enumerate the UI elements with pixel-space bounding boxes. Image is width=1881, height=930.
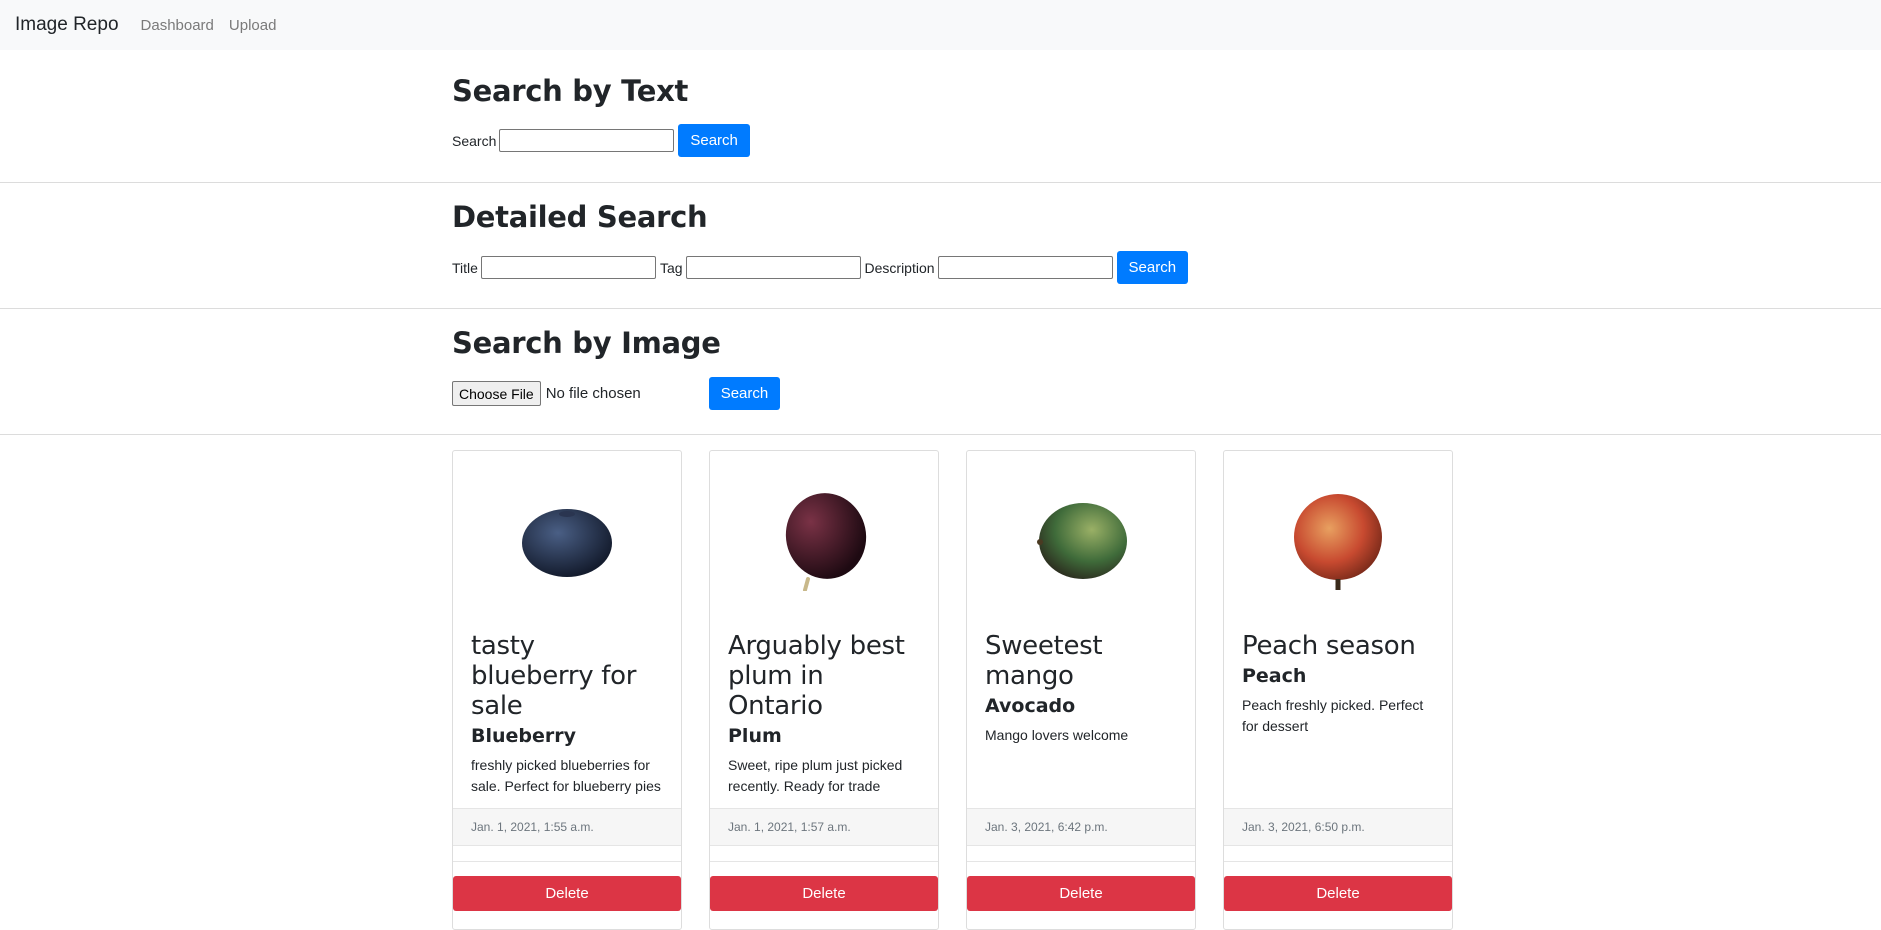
image-search-heading: Search by Image bbox=[452, 326, 721, 360]
title-label: Title bbox=[452, 259, 478, 276]
card-divider bbox=[453, 861, 681, 862]
detailed-search-form: Title Tag Description Search bbox=[452, 251, 1881, 284]
detailed-search-section: Detailed Search Title Tag Description Se… bbox=[0, 183, 1881, 308]
card-title: Arguably best plum in Ontario bbox=[728, 631, 905, 721]
card-description: Peach freshly picked. Perfect for desser… bbox=[1242, 697, 1424, 734]
nav-link-dashboard[interactable]: Dashboard bbox=[141, 17, 214, 34]
plum-image bbox=[785, 493, 867, 591]
image-card: Arguably best plum in Ontario Plum Sweet… bbox=[709, 450, 939, 930]
description-label: Description bbox=[864, 259, 935, 276]
card-image bbox=[710, 451, 938, 631]
image-search-button[interactable]: Search bbox=[708, 377, 781, 410]
card-body: Peach season Peach Peach freshly picked.… bbox=[1224, 631, 1452, 737]
card-description: Sweet, ripe plum just picked recently. R… bbox=[728, 757, 903, 794]
card-divider bbox=[967, 861, 1195, 862]
card-description: Mango lovers welcome bbox=[985, 727, 1129, 743]
mango-image bbox=[1037, 503, 1127, 579]
search-input[interactable] bbox=[499, 129, 675, 152]
detailed-search-heading: Detailed Search bbox=[452, 200, 708, 234]
image-card: Sweetest mango Avocado Mango lovers welc… bbox=[966, 450, 1196, 930]
text-search-form: Search Search bbox=[452, 124, 1881, 157]
image-card: tasty blueberry for sale Blueberry fresh… bbox=[452, 450, 682, 930]
text-search-section: Search by Text Search Search bbox=[0, 50, 1881, 182]
nav-link-upload[interactable]: Upload bbox=[229, 17, 277, 34]
card-title: Peach season bbox=[1242, 631, 1416, 661]
image-search-form: Choose File No file chosen Search bbox=[452, 377, 1881, 410]
card-divider bbox=[1224, 861, 1452, 862]
delete-button[interactable]: Delete bbox=[1224, 876, 1452, 911]
file-status-text: No file chosen bbox=[545, 385, 641, 402]
search-label: Search bbox=[452, 132, 497, 149]
card-body: Arguably best plum in Ontario Plum Sweet… bbox=[710, 631, 938, 797]
card-image bbox=[1224, 451, 1452, 631]
card-tag: Blueberry bbox=[471, 725, 577, 747]
text-search-button[interactable]: Search bbox=[678, 124, 750, 157]
card-body: tasty blueberry for sale Blueberry fresh… bbox=[453, 631, 681, 797]
card-tag: Avocado bbox=[985, 695, 1076, 717]
choose-file-button[interactable]: Choose File bbox=[452, 381, 541, 406]
card-date: Jan. 3, 2021, 6:50 p.m. bbox=[1224, 808, 1452, 846]
card-title: Sweetest mango bbox=[985, 631, 1103, 691]
description-input[interactable] bbox=[937, 256, 1113, 279]
image-card: Peach season Peach Peach freshly picked.… bbox=[1223, 450, 1453, 930]
title-input[interactable] bbox=[480, 256, 656, 279]
detailed-search-button[interactable]: Search bbox=[1116, 251, 1189, 284]
navbar: Image Repo Dashboard Upload bbox=[0, 0, 1881, 50]
card-description: freshly picked blueberries for sale. Per… bbox=[471, 757, 661, 794]
image-card-grid: tasty blueberry for sale Blueberry fresh… bbox=[452, 450, 1453, 930]
divider bbox=[0, 434, 1881, 435]
brand-link[interactable]: Image Repo bbox=[15, 14, 119, 36]
peach-image bbox=[1294, 494, 1382, 590]
text-search-heading: Search by Text bbox=[452, 74, 689, 108]
tag-input[interactable] bbox=[685, 256, 861, 279]
card-date: Jan. 3, 2021, 6:42 p.m. bbox=[967, 808, 1195, 846]
delete-button[interactable]: Delete bbox=[967, 876, 1195, 911]
image-search-section: Search by Image Choose File No file chos… bbox=[0, 309, 1881, 434]
blueberry-image bbox=[522, 509, 612, 577]
card-body: Sweetest mango Avocado Mango lovers welc… bbox=[967, 631, 1195, 746]
card-date: Jan. 1, 2021, 1:55 a.m. bbox=[453, 808, 681, 846]
card-tag: Peach bbox=[1242, 665, 1307, 687]
card-image bbox=[967, 451, 1195, 631]
card-image bbox=[453, 451, 681, 631]
card-title: tasty blueberry for sale bbox=[471, 631, 637, 721]
delete-button[interactable]: Delete bbox=[710, 876, 938, 911]
card-date: Jan. 1, 2021, 1:57 a.m. bbox=[710, 808, 938, 846]
card-tag: Plum bbox=[728, 725, 782, 747]
tag-label: Tag bbox=[659, 259, 683, 276]
card-divider bbox=[710, 861, 938, 862]
delete-button[interactable]: Delete bbox=[453, 876, 681, 911]
